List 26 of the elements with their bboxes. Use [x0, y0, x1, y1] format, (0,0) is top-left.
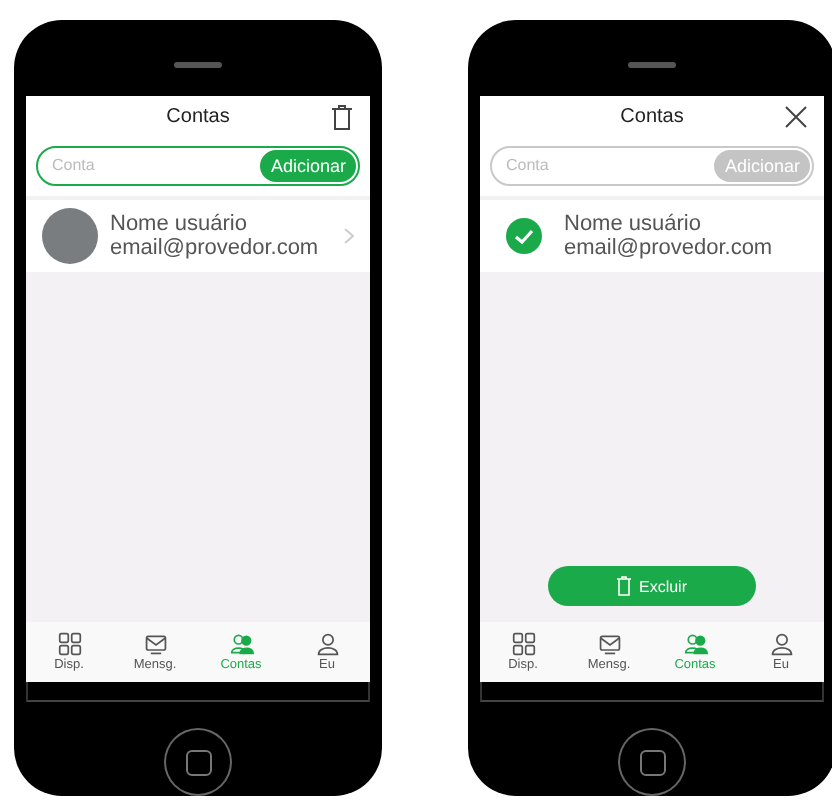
chevron-icon	[344, 227, 354, 244]
person-icon	[769, 632, 793, 657]
people-icon	[683, 632, 707, 657]
screen-title: Contas	[620, 106, 684, 129]
account-email: email@provedor.com	[564, 235, 775, 260]
grid-icon	[511, 632, 535, 657]
account-row[interactable]: Nome usuário email@provedor.com	[480, 199, 824, 272]
trash-icon[interactable]	[330, 103, 354, 130]
account-name: Nome usuário	[564, 211, 703, 236]
account-row[interactable]: Nome usuário email@provedor.com	[26, 199, 370, 272]
check-icon[interactable]	[506, 217, 542, 254]
speaker-slot	[174, 62, 222, 69]
home-button[interactable]	[618, 728, 686, 796]
trash-icon	[616, 576, 633, 597]
person-icon	[315, 632, 339, 657]
people-icon	[229, 632, 253, 657]
home-button[interactable]	[164, 728, 232, 796]
envelope-icon	[597, 632, 621, 657]
account-name: Nome usuário	[110, 211, 249, 236]
grid-icon	[57, 632, 81, 657]
close-icon[interactable]	[784, 103, 808, 130]
avatar-photo	[42, 207, 98, 264]
envelope-icon	[143, 632, 167, 657]
screen-title: Contas	[166, 106, 230, 129]
speaker-slot	[628, 62, 676, 69]
account-email: email@provedor.com	[110, 235, 321, 260]
